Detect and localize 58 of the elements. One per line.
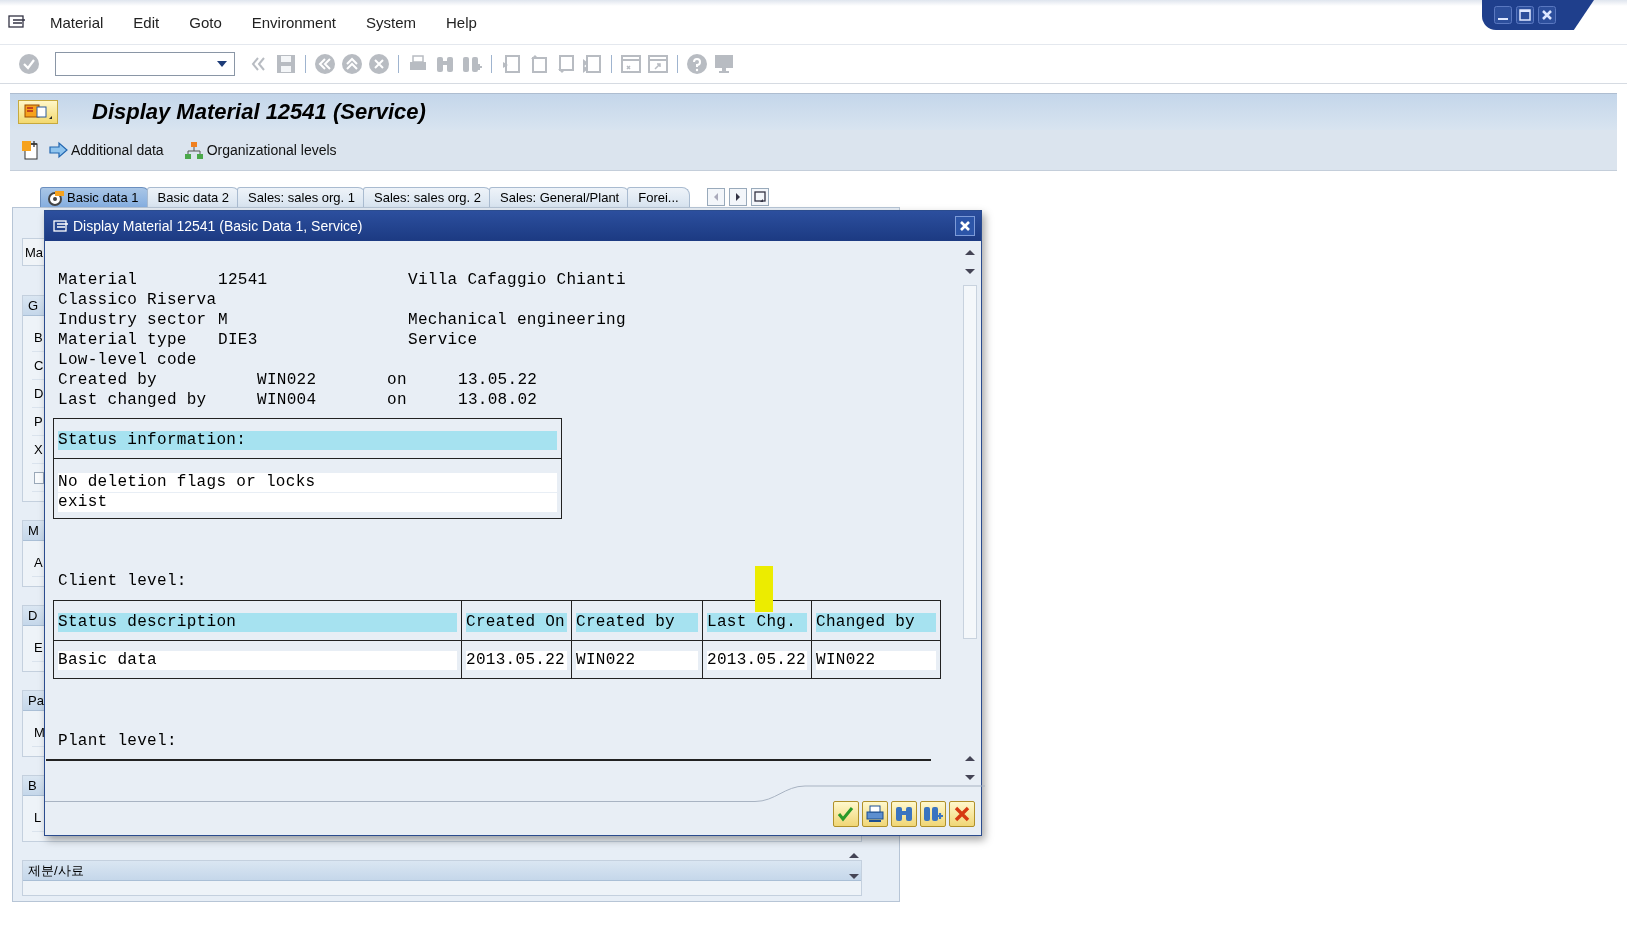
column-header: Status description bbox=[58, 613, 457, 632]
info-text: Classico Riserva bbox=[58, 290, 217, 310]
column-header: Created On bbox=[466, 613, 567, 632]
field-label: Material type bbox=[58, 330, 188, 350]
table-cell: Basic data bbox=[58, 651, 457, 670]
field-description: Mechanical engineering bbox=[408, 310, 626, 330]
toolbar-button[interactable]: Organizational levels bbox=[183, 141, 337, 159]
field-description: Villa Cafaggio Chianti bbox=[408, 270, 626, 290]
menu-item[interactable]: Environment bbox=[251, 13, 336, 31]
field-value: 12541 bbox=[218, 270, 269, 290]
dialog-title: Display Material 12541 (Basic Data 1, Service) bbox=[73, 218, 364, 234]
field-label: on bbox=[387, 370, 408, 390]
table-cell: 2013.05.22 bbox=[707, 651, 807, 670]
user-id: WIN004 bbox=[257, 390, 318, 410]
date-value: 13.08.02 bbox=[458, 390, 538, 410]
field-label: E bbox=[34, 640, 43, 655]
tab[interactable]: Sales: sales org. 2 bbox=[363, 187, 492, 207]
table-cell: WIN022 bbox=[576, 651, 698, 670]
table-cell: 2013.05.22 bbox=[466, 651, 567, 670]
field-label: M bbox=[34, 725, 45, 740]
menu-item[interactable]: Material bbox=[50, 13, 104, 31]
user-id: WIN022 bbox=[257, 370, 318, 390]
field-label: D bbox=[34, 386, 44, 401]
field-value: M bbox=[218, 310, 229, 330]
field-description: Service bbox=[408, 330, 478, 350]
box-header: Status information: bbox=[58, 431, 557, 450]
toolbar-button[interactable]: Additional data bbox=[48, 141, 164, 159]
menu-item[interactable]: Help bbox=[446, 13, 477, 31]
field-value: DIE3 bbox=[218, 330, 259, 350]
table-cell: WIN022 bbox=[816, 651, 936, 670]
menu-item[interactable]: Edit bbox=[133, 13, 160, 31]
field-label: Created by bbox=[58, 370, 158, 390]
tab[interactable]: Forei... bbox=[627, 187, 690, 207]
tab[interactable]: Basic data 1 bbox=[40, 187, 150, 207]
group-header: 제분/사료 bbox=[23, 861, 861, 881]
field-label: Ma bbox=[25, 244, 44, 260]
field-label: on bbox=[387, 390, 408, 410]
column-header: Last Chg. bbox=[707, 613, 807, 632]
menu-item[interactable]: Goto bbox=[189, 13, 222, 31]
column-header: Changed by bbox=[816, 613, 936, 632]
field-label: X bbox=[34, 442, 43, 457]
field-label: A bbox=[34, 555, 43, 570]
field-label: C bbox=[34, 358, 44, 373]
column-header: Created by bbox=[576, 613, 698, 632]
field-label: Last changed by bbox=[58, 390, 208, 410]
page-title: Display Material 12541 (Service) bbox=[92, 99, 426, 125]
status-text: exist bbox=[58, 493, 557, 512]
section-label: Plant level: bbox=[58, 731, 178, 751]
date-value: 13.05.22 bbox=[458, 370, 538, 390]
menu-item[interactable]: System bbox=[365, 13, 416, 31]
field-label: Industry sector bbox=[58, 310, 208, 330]
field-label: Material bbox=[58, 270, 139, 290]
section-label: Client level: bbox=[58, 571, 188, 591]
field-label: P bbox=[34, 414, 43, 429]
status-text: No deletion flags or locks bbox=[58, 473, 557, 492]
field-label: L bbox=[34, 810, 42, 825]
field-label: B bbox=[34, 330, 43, 345]
info-text: Low-level code bbox=[58, 350, 197, 370]
